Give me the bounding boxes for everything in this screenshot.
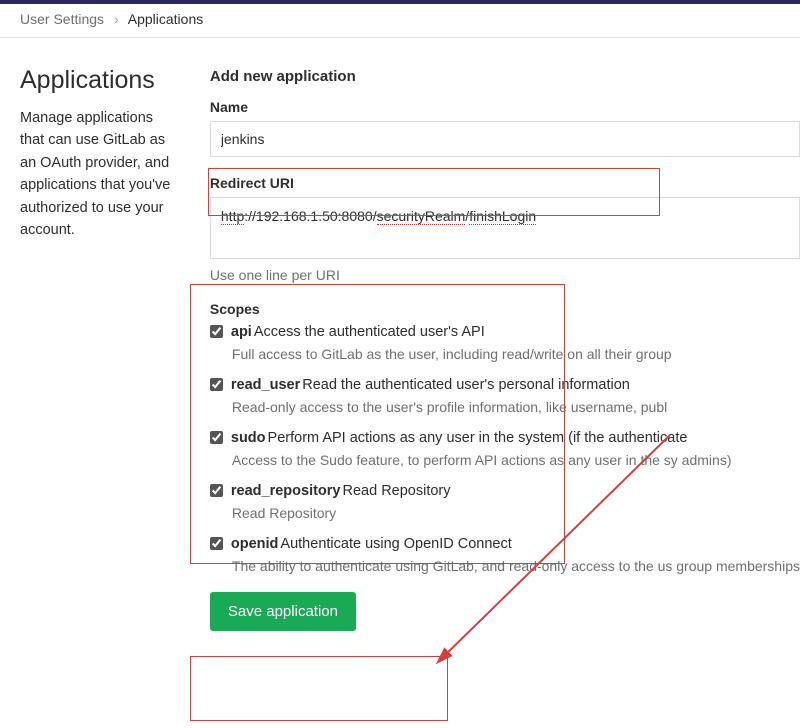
scope-desc-read_repository: Read Repository: [232, 505, 800, 521]
scope-label-api: Access the authenticated user's API: [254, 324, 485, 340]
scope-sudo: sudo Perform API actions as any user in …: [210, 429, 800, 468]
scope-checkbox-read_user[interactable]: [210, 378, 223, 391]
scope-read_repository: read_repository Read RepositoryRead Repo…: [210, 482, 800, 521]
scope-name-api: api: [231, 324, 252, 340]
redirect-uri-help: Use one line per URI: [210, 267, 800, 283]
breadcrumb-current: Applications: [128, 11, 204, 27]
scope-row-read_repository[interactable]: read_repository Read Repository: [210, 482, 800, 499]
scope-row-api[interactable]: api Access the authenticated user's API: [210, 323, 800, 340]
scope-desc-read_user: Read-only access to the user's profile i…: [232, 399, 800, 415]
redirect-uri-label: Redirect URI: [210, 175, 800, 191]
scope-read_user: read_user Read the authenticated user's …: [210, 376, 800, 415]
breadcrumb-parent[interactable]: User Settings: [20, 11, 104, 27]
scope-api: api Access the authenticated user's API F…: [210, 323, 800, 362]
breadcrumb-separator: ›: [108, 11, 125, 27]
redirect-uri-input[interactable]: http://192.168.1.50:8080/securityRealm/f…: [210, 197, 800, 259]
scope-label-openid: Authenticate using OpenID Connect: [280, 536, 511, 552]
scope-desc-sudo: Access to the Sudo feature, to perform A…: [232, 452, 800, 468]
scope-label-sudo: Perform API actions as any user in the s…: [268, 430, 688, 446]
name-label: Name: [210, 99, 800, 115]
scope-checkbox-sudo[interactable]: [210, 431, 223, 444]
scope-row-openid[interactable]: openid Authenticate using OpenID Connect: [210, 535, 800, 552]
annotation-box-save: [190, 656, 448, 721]
name-input[interactable]: [210, 121, 800, 157]
scope-label-read_repository: Read Repository: [343, 483, 451, 499]
form-title: Add new application: [210, 68, 800, 85]
scope-openid: openid Authenticate using OpenID Connect…: [210, 535, 800, 574]
scope-checkbox-read_repository[interactable]: [210, 484, 223, 497]
scope-row-sudo[interactable]: sudo Perform API actions as any user in …: [210, 429, 800, 446]
scopes-label: Scopes: [210, 301, 800, 317]
scope-name-sudo: sudo: [231, 430, 266, 446]
page-title: Applications: [20, 66, 180, 95]
scope-checkbox-api[interactable]: [210, 325, 223, 338]
scope-desc-openid: The ability to authenticate using GitLab…: [232, 558, 800, 574]
page-description: Manage applications that can use GitLab …: [20, 107, 180, 242]
scope-name-read_repository: read_repository: [231, 483, 341, 499]
scope-name-openid: openid: [231, 536, 279, 552]
breadcrumb: User Settings › Applications: [0, 4, 800, 38]
scope-row-read_user[interactable]: read_user Read the authenticated user's …: [210, 376, 800, 393]
save-application-button[interactable]: Save application: [210, 592, 356, 631]
scope-label-read_user: Read the authenticated user's personal i…: [302, 377, 630, 393]
scope-name-read_user: read_user: [231, 377, 300, 393]
scope-checkbox-openid[interactable]: [210, 537, 223, 550]
scope-desc-api: Full access to GitLab as the user, inclu…: [232, 346, 800, 362]
